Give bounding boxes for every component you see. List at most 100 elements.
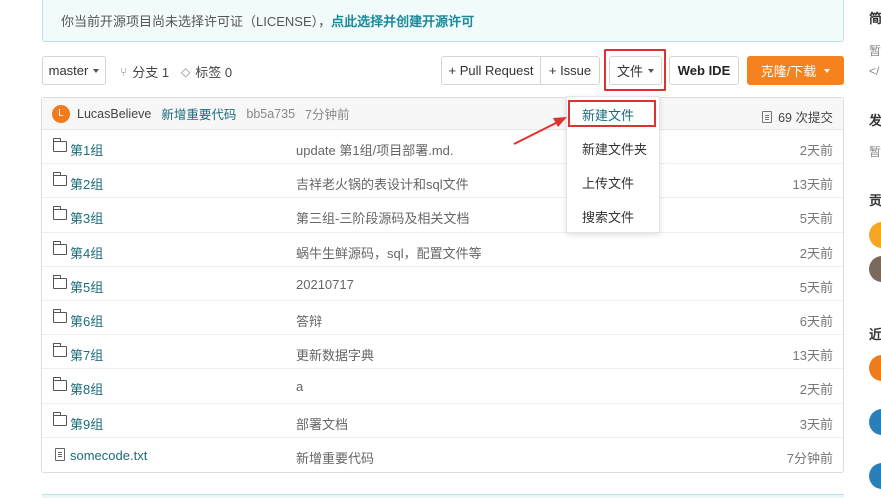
avatar[interactable]: L bbox=[52, 104, 70, 123]
file-commit-message[interactable]: 蜗牛生鲜源码，sql，配置文件等 bbox=[296, 243, 482, 262]
folder-icon bbox=[52, 240, 67, 255]
file-name[interactable]: somecode.txt bbox=[70, 448, 147, 463]
commit-count: 69 次提交 bbox=[778, 111, 833, 125]
folder-icon bbox=[52, 138, 67, 152]
sidebar-heading-contributors: 贡 bbox=[869, 193, 881, 208]
sidebar-code-text: </ bbox=[869, 64, 880, 78]
file-commit-message[interactable]: update 第1组/项目部署.md. bbox=[296, 140, 454, 159]
commit-author[interactable]: LucasBelieve bbox=[77, 107, 151, 121]
menu-item-search-file[interactable]: 搜索文件 bbox=[567, 199, 659, 233]
web-ide-button[interactable]: Web IDE bbox=[669, 56, 739, 85]
branch-select[interactable]: master bbox=[42, 56, 106, 85]
file-name[interactable]: 第1组 bbox=[70, 140, 103, 159]
file-age: 3天前 bbox=[799, 416, 833, 432]
license-notice: 你当前开源项目尚未选择许可证（LICENSE）， 点此选择并创建开源许可 bbox=[42, 0, 844, 42]
commit-message[interactable]: 新增重要代码 bbox=[161, 104, 236, 123]
table-row[interactable]: 第6组 答辩 6天前 bbox=[42, 301, 843, 336]
table-row[interactable]: somecode.txt 新增重要代码 7分钟前 bbox=[42, 438, 843, 472]
file-commit-message[interactable]: 部署文档 bbox=[296, 414, 348, 433]
file-age: 2天前 bbox=[799, 382, 833, 398]
file-age: 7分钟前 bbox=[786, 450, 833, 466]
folder-icon bbox=[52, 206, 67, 221]
file-commit-message[interactable]: 第三组-三阶段源码及相关文档 bbox=[296, 208, 469, 227]
table-row[interactable]: 第9组 部署文档 3天前 bbox=[42, 404, 843, 438]
tag-count: 标签 0 bbox=[195, 65, 233, 80]
file-age: 13天前 bbox=[792, 348, 833, 364]
file-age: 13天前 bbox=[792, 177, 833, 193]
create-license-link[interactable]: 点此选择并创建开源许可 bbox=[331, 11, 474, 30]
file-icon bbox=[55, 447, 65, 461]
pull-request-button[interactable]: + Pull Request bbox=[441, 56, 541, 85]
file-commit-message[interactable]: 吉祥老火锅的表设计和sql文件 bbox=[296, 174, 469, 193]
menu-item-new-folder[interactable]: 新建文件夹 bbox=[567, 131, 659, 165]
sidebar-intro-text: 暂 bbox=[869, 44, 881, 58]
folder-icon bbox=[52, 308, 67, 323]
table-row[interactable]: 第8组 a 2天前 bbox=[42, 369, 843, 404]
commits-icon bbox=[762, 110, 773, 123]
branch-select-label: master bbox=[48, 63, 89, 78]
table-row[interactable]: 第5组 20210717 5天前 bbox=[42, 267, 843, 301]
repo-toolbar: master ⑂ 分支 1 ◇ 标签 0 + Pull Request + Is… bbox=[42, 49, 844, 91]
chevron-down-icon bbox=[93, 68, 100, 73]
file-name[interactable]: 第2组 bbox=[70, 174, 103, 193]
branch-count: 分支 1 bbox=[132, 65, 170, 80]
table-row[interactable]: 第4组 蜗牛生鲜源码，sql，配置文件等 2天前 bbox=[42, 233, 843, 267]
sidebar-heading-release: 发 bbox=[869, 113, 881, 128]
file-age: 2天前 bbox=[799, 245, 833, 261]
file-commit-message[interactable]: 答辩 bbox=[296, 311, 322, 330]
file-name[interactable]: 第3组 bbox=[70, 208, 103, 227]
file-commit-message[interactable]: 更新数据字典 bbox=[296, 345, 374, 364]
avatar[interactable] bbox=[869, 409, 881, 435]
file-age: 5天前 bbox=[799, 211, 833, 227]
file-menu-label: 文件 bbox=[616, 64, 643, 79]
license-notice-text: 你当前开源项目尚未选择许可证（LICENSE）， bbox=[61, 14, 332, 29]
table-row[interactable]: 第2组 吉祥老火锅的表设计和sql文件 13天前 bbox=[42, 164, 843, 199]
latest-commit-bar: L LucasBelieve 新增重要代码 bb5a735 7分钟前 69 次提… bbox=[42, 98, 843, 130]
file-menu-button[interactable]: 文件 bbox=[609, 56, 662, 85]
clone-download-label: 克隆/下载 bbox=[760, 64, 817, 79]
branch-icon: ⑂ bbox=[120, 64, 128, 79]
file-age: 2天前 bbox=[799, 143, 833, 158]
avatar[interactable] bbox=[869, 256, 881, 282]
file-name[interactable]: 第8组 bbox=[70, 379, 103, 398]
tags-link[interactable]: ◇ 标签 0 bbox=[181, 62, 232, 81]
avatar[interactable] bbox=[869, 463, 881, 489]
file-name[interactable]: 第7组 bbox=[70, 345, 103, 364]
file-commit-message[interactable]: 新增重要代码 bbox=[296, 448, 374, 467]
bottom-panel-edge bbox=[42, 494, 844, 498]
table-row[interactable]: 第7组 更新数据字典 13天前 bbox=[42, 335, 843, 370]
commit-time: 7分钟前 bbox=[305, 108, 350, 122]
issue-button[interactable]: + Issue bbox=[540, 56, 600, 85]
file-name[interactable]: 第9组 bbox=[70, 414, 103, 433]
chevron-down-icon bbox=[648, 68, 654, 73]
avatar[interactable] bbox=[869, 222, 881, 248]
sidebar-release-text: 暂 bbox=[869, 145, 881, 159]
folder-icon bbox=[52, 377, 67, 392]
folder-icon bbox=[52, 411, 67, 426]
table-row[interactable]: 第3组 第三组-三阶段源码及相关文档 5天前 bbox=[42, 198, 843, 233]
file-name[interactable]: 第4组 bbox=[70, 243, 103, 262]
file-name[interactable]: 第5组 bbox=[70, 277, 103, 296]
avatar[interactable] bbox=[869, 355, 881, 381]
file-list: L LucasBelieve 新增重要代码 bb5a735 7分钟前 69 次提… bbox=[41, 97, 844, 473]
chevron-down-icon bbox=[824, 68, 831, 73]
sidebar-heading-recent: 近 bbox=[869, 327, 881, 342]
branches-link[interactable]: ⑂ 分支 1 bbox=[120, 62, 169, 81]
table-row[interactable]: 第1组 update 第1组/项目部署.md. 2天前 bbox=[42, 130, 843, 165]
file-name[interactable]: 第6组 bbox=[70, 311, 103, 330]
file-age: 5天前 bbox=[799, 279, 833, 295]
folder-icon bbox=[52, 343, 67, 358]
folder-icon bbox=[52, 172, 67, 187]
tag-icon: ◇ bbox=[181, 64, 191, 79]
sidebar-heading-intro: 简 bbox=[869, 11, 881, 26]
right-sidebar: 简 暂 </ 发 暂 贡 近 bbox=[866, 0, 881, 498]
file-commit-message[interactable]: 20210717 bbox=[296, 277, 354, 292]
file-age: 6天前 bbox=[799, 313, 833, 329]
folder-icon bbox=[52, 274, 67, 289]
commit-hash[interactable]: bb5a735 bbox=[246, 107, 295, 121]
clone-download-button[interactable]: 克隆/下载 bbox=[747, 56, 844, 85]
menu-item-upload-file[interactable]: 上传文件 bbox=[567, 165, 659, 199]
commit-count-link[interactable]: 69 次提交 bbox=[762, 107, 833, 126]
new-file-highlight bbox=[568, 100, 656, 127]
file-commit-message[interactable]: a bbox=[296, 379, 303, 394]
